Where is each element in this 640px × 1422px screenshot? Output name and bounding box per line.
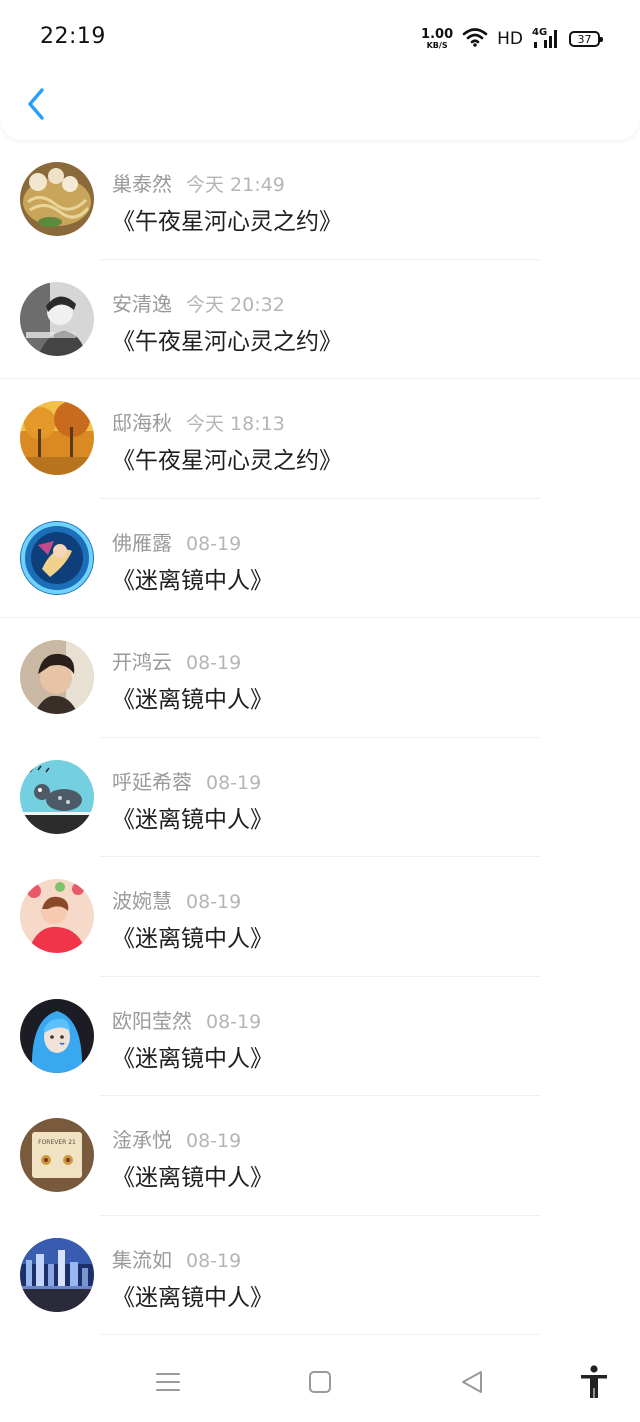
list-item[interactable]: 欧阳莹然 08-19 《迷离镜中人》 bbox=[0, 977, 640, 1096]
sender-name: 佛雁露 bbox=[112, 530, 172, 555]
message-title: 《迷离镜中人》 bbox=[112, 687, 273, 713]
avatar: FOREVER 21 bbox=[20, 1118, 94, 1192]
message-time: 08-19 bbox=[186, 1249, 242, 1272]
avatar bbox=[20, 281, 94, 356]
message-header: 佛雁露 08-19 bbox=[112, 527, 241, 556]
sender-name: 淦承悦 bbox=[112, 1128, 172, 1152]
avatar-sticker-text: FOREVER 21 bbox=[38, 1139, 76, 1146]
message-title: 《午夜星河心灵之约》 bbox=[112, 209, 342, 235]
avatar bbox=[20, 162, 94, 236]
message-header: 淦承悦 08-19 bbox=[112, 1124, 241, 1153]
message-time: 08-19 bbox=[206, 1010, 262, 1033]
message-time: 今天 20:32 bbox=[186, 293, 285, 316]
message-title: 《迷离镜中人》 bbox=[112, 1284, 273, 1311]
battery-level: 37 bbox=[577, 32, 592, 46]
message-time: 08-19 bbox=[186, 891, 242, 913]
sender-name: 集流如 bbox=[112, 1247, 172, 1272]
message-header: 邸海秋 今天 18:13 bbox=[112, 407, 285, 436]
status-bar: 22:19 1.00 KB/S HD 4G 37 bbox=[0, 0, 640, 76]
message-time: 今天 18:13 bbox=[186, 413, 285, 435]
message-header: 巢泰然 今天 21:49 bbox=[112, 168, 285, 197]
system-nav-bar bbox=[0, 1340, 640, 1422]
list-item[interactable]: 波婉慧 08-19 《迷离镜中人》 bbox=[0, 857, 640, 977]
list-item[interactable]: FOREVER 21 淦承悦 08-19 《迷离镜中人》 bbox=[0, 1096, 640, 1216]
nav-back-button[interactable] bbox=[452, 1366, 492, 1398]
network-speed-value: 1.00 bbox=[421, 27, 454, 42]
message-list: 巢泰然 今天 21:49 《午夜星河心灵之约》 安清逸 今天 20:32 《午夜星河… bbox=[0, 140, 640, 1335]
home-button[interactable] bbox=[300, 1366, 340, 1398]
avatar bbox=[20, 759, 94, 834]
hd-label: HD bbox=[497, 29, 523, 49]
chevron-left-icon bbox=[28, 88, 44, 120]
message-title: 《迷离镜中人》 bbox=[112, 1045, 273, 1072]
status-icons: 1.00 KB/S HD 4G 37 bbox=[421, 27, 603, 51]
avatar bbox=[20, 640, 94, 714]
wifi-icon bbox=[462, 27, 488, 51]
status-time: 22:19 bbox=[40, 24, 106, 49]
menu-icon bbox=[156, 1373, 180, 1391]
sender-name: 呼延希蓉 bbox=[112, 769, 192, 794]
network-speed: 1.00 KB/S bbox=[421, 28, 453, 50]
sender-name: 波婉慧 bbox=[112, 889, 172, 913]
message-title: 《午夜星河心灵之约》 bbox=[112, 448, 342, 474]
message-time: 08-19 bbox=[186, 1130, 242, 1152]
message-title: 《迷离镜中人》 bbox=[112, 1165, 273, 1191]
message-header: 波婉慧 08-19 bbox=[112, 885, 241, 914]
message-title: 《迷离镜中人》 bbox=[112, 926, 273, 952]
menu-button[interactable] bbox=[148, 1366, 188, 1398]
message-time: 08-19 bbox=[206, 771, 262, 794]
message-header: 集流如 08-19 bbox=[112, 1244, 241, 1273]
sender-name: 开鸿云 bbox=[112, 650, 172, 674]
accessibility-button[interactable] bbox=[574, 1365, 614, 1398]
triangle-back-icon bbox=[462, 1371, 482, 1393]
message-header: 欧阳莹然 08-19 bbox=[112, 1005, 261, 1034]
message-time: 08-19 bbox=[186, 532, 242, 555]
header: 22:19 1.00 KB/S HD 4G 37 bbox=[0, 0, 640, 140]
back-button[interactable] bbox=[22, 86, 50, 122]
sender-name: 欧阳莹然 bbox=[112, 1008, 192, 1033]
message-title: 《迷离镜中人》 bbox=[112, 806, 273, 833]
list-item[interactable]: 安清逸 今天 20:32 《午夜星河心灵之约》 bbox=[0, 260, 640, 379]
list-item[interactable]: 集流如 08-19 《迷离镜中人》 bbox=[0, 1216, 640, 1335]
avatar bbox=[20, 401, 94, 475]
avatar bbox=[20, 879, 94, 953]
square-home-icon bbox=[309, 1371, 331, 1393]
message-title: 《午夜星河心灵之约》 bbox=[112, 328, 342, 355]
message-header: 开鸿云 08-19 bbox=[112, 646, 241, 675]
message-title: 《迷离镜中人》 bbox=[112, 567, 273, 594]
network-speed-unit: KB/S bbox=[426, 41, 448, 50]
battery-icon: 37 bbox=[569, 31, 603, 47]
list-item[interactable]: 巢泰然 今天 21:49 《午夜星河心灵之约》 bbox=[0, 140, 640, 260]
message-time: 今天 21:49 bbox=[186, 174, 285, 196]
sender-name: 邸海秋 bbox=[112, 411, 172, 435]
message-header: 安清逸 今天 20:32 bbox=[112, 288, 285, 317]
message-time: 08-19 bbox=[186, 652, 242, 674]
divider bbox=[100, 1334, 540, 1335]
message-header: 呼延希蓉 08-19 bbox=[112, 766, 261, 795]
cellular-signal-icon: 4G bbox=[532, 27, 560, 50]
avatar bbox=[20, 998, 94, 1073]
list-item[interactable]: 邸海秋 今天 18:13 《午夜星河心灵之约》 bbox=[0, 379, 640, 499]
sender-name: 巢泰然 bbox=[112, 172, 172, 196]
avatar bbox=[20, 520, 94, 595]
avatar bbox=[20, 1237, 94, 1312]
list-item[interactable]: 呼延希蓉 08-19 《迷离镜中人》 bbox=[0, 738, 640, 857]
sender-name: 安清逸 bbox=[112, 291, 172, 316]
list-item[interactable]: 佛雁露 08-19 《迷离镜中人》 bbox=[0, 499, 640, 618]
accessibility-icon bbox=[581, 1365, 607, 1398]
list-item[interactable]: 开鸿云 08-19 《迷离镜中人》 bbox=[0, 618, 640, 738]
